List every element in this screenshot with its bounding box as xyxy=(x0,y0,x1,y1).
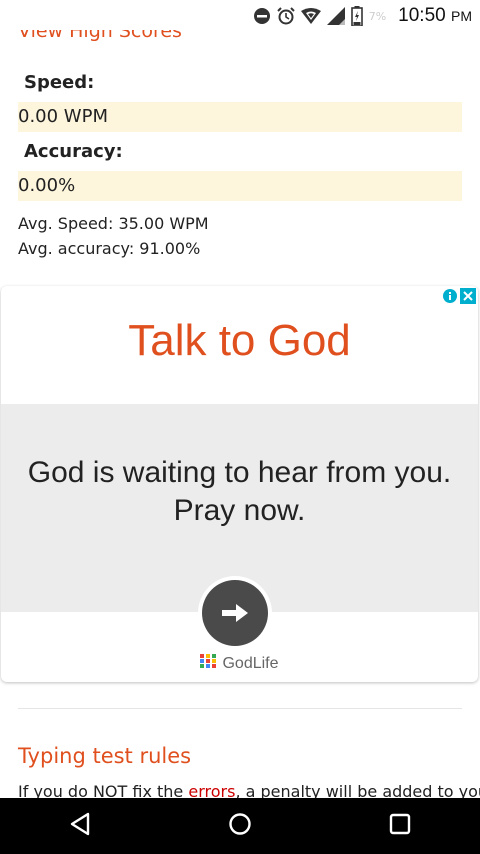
speed-label: Speed: xyxy=(24,72,95,93)
ad-message: God is waiting to hear from you. Pray no… xyxy=(1,454,478,530)
accuracy-label: Accuracy: xyxy=(24,141,123,162)
ad-message-line2: Pray now. xyxy=(173,494,306,527)
godlife-logo-icon xyxy=(200,654,217,673)
clock-ampm: PM xyxy=(451,8,472,24)
back-icon xyxy=(69,812,91,840)
speed-value: 0.00 WPM xyxy=(18,102,462,132)
adchoices[interactable] xyxy=(442,288,476,308)
battery-icon xyxy=(350,6,363,26)
recents-button[interactable] xyxy=(370,798,430,854)
ad-brand[interactable]: GodLife xyxy=(1,654,478,673)
avg-speed: Avg. Speed: 35.00 WPM xyxy=(18,214,209,233)
ad-message-line1: God is waiting to hear from you. xyxy=(27,456,452,489)
do-not-disturb-icon xyxy=(253,7,271,25)
divider xyxy=(18,708,462,709)
rules-text-before: If you do NOT fix the xyxy=(18,782,189,798)
ad-brand-name: GodLife xyxy=(222,654,279,672)
ad-banner[interactable]: Talk to God God is waiting to hear from … xyxy=(1,286,478,682)
page-content: View High Scores Speed: 0.00 WPM Accurac… xyxy=(0,0,480,798)
ad-cta-button[interactable] xyxy=(198,576,272,650)
clock-time: 10:50 xyxy=(398,5,446,26)
errors-link[interactable]: errors xyxy=(188,782,235,798)
ad-title[interactable]: Talk to God xyxy=(1,316,478,366)
back-button[interactable] xyxy=(50,798,110,854)
close-icon[interactable] xyxy=(460,288,476,308)
rules-title: Typing test rules xyxy=(18,744,192,768)
clock: 10:50 PM xyxy=(398,5,472,27)
navigation-bar xyxy=(0,798,480,854)
home-icon xyxy=(228,812,252,840)
rules-text: If you do NOT fix the errors, a penalty … xyxy=(18,782,480,798)
avg-accuracy: Avg. accuracy: 91.00% xyxy=(18,239,201,258)
status-bar: 7% 10:50 PM xyxy=(0,0,480,30)
signal-icon xyxy=(326,7,345,25)
home-button[interactable] xyxy=(210,798,270,854)
recents-icon xyxy=(389,813,411,839)
arrow-right-icon xyxy=(202,580,268,646)
rules-text-after: , a penalty will be added to your xyxy=(235,782,480,798)
alarm-icon xyxy=(277,7,295,25)
wifi-icon xyxy=(300,8,321,24)
battery-percent: 7% xyxy=(368,9,387,23)
accuracy-value: 0.00% xyxy=(18,171,462,201)
info-icon[interactable] xyxy=(442,288,458,308)
